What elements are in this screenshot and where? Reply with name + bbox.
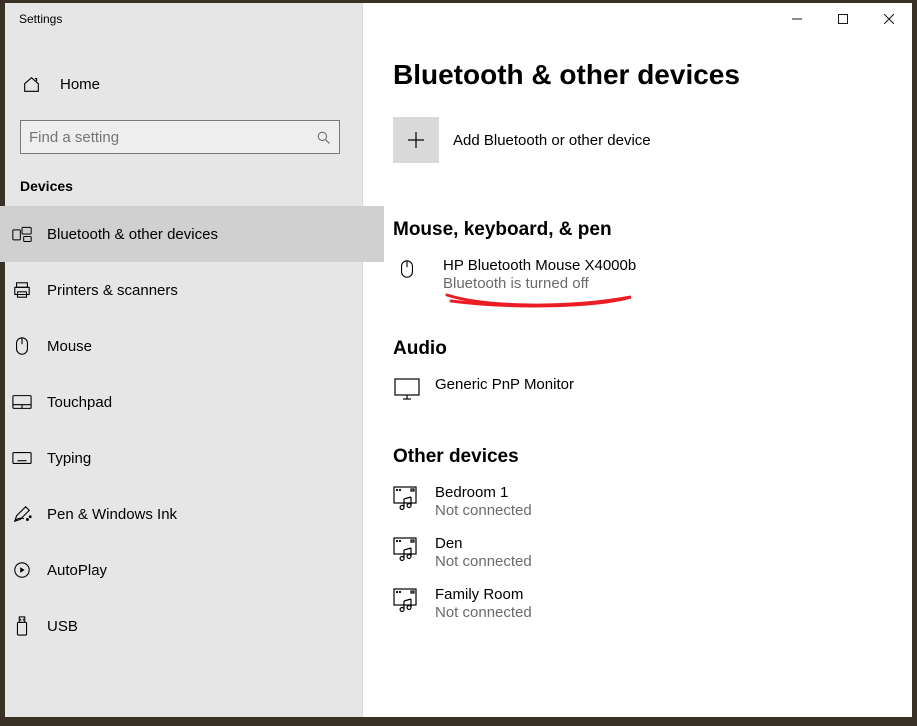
- device-status: Not connected: [435, 604, 532, 621]
- mouse-icon: [393, 257, 421, 279]
- section-title: Mouse, keyboard, & pen: [393, 219, 912, 241]
- device-item[interactable]: Generic PnP Monitor: [393, 376, 912, 400]
- device-item[interactable]: HP Bluetooth Mouse X4000bBluetooth is tu…: [393, 257, 912, 292]
- media-device-icon: [393, 535, 421, 561]
- device-status: Not connected: [435, 553, 532, 570]
- home-link[interactable]: Home: [20, 63, 340, 105]
- nav-item-label: Mouse: [47, 338, 92, 355]
- nav-item-pen-windows-ink[interactable]: Pen & Windows Ink: [0, 486, 384, 542]
- keyboard-icon: [11, 451, 33, 465]
- app-title: Settings: [5, 3, 362, 35]
- add-label: Add Bluetooth or other device: [453, 132, 651, 149]
- section-other-devices: Other devicesBedroom 1Not connectedDenNo…: [393, 446, 912, 621]
- nav-item-label: Touchpad: [47, 394, 112, 411]
- device-status: Not connected: [435, 502, 532, 519]
- printer-icon: [11, 281, 33, 299]
- nav-item-label: Bluetooth & other devices: [47, 226, 218, 243]
- home-label: Home: [60, 76, 100, 93]
- nav-item-label: Pen & Windows Ink: [47, 506, 177, 523]
- nav-item-mouse[interactable]: Mouse: [0, 318, 384, 374]
- device-name: Family Room: [435, 586, 532, 603]
- settings-window: Settings Home Devices Bluetooth & other …: [5, 3, 912, 717]
- category-heading: Devices: [20, 178, 340, 194]
- nav-item-usb[interactable]: USB: [0, 598, 384, 654]
- nav-item-bluetooth-other-devices[interactable]: Bluetooth & other devices: [0, 206, 384, 262]
- search-box[interactable]: [20, 120, 340, 154]
- nav-item-printers-scanners[interactable]: Printers & scanners: [0, 262, 384, 318]
- nav-item-autoplay[interactable]: AutoPlay: [0, 542, 384, 598]
- nav-list: Bluetooth & other devices Printers & scan…: [0, 206, 384, 654]
- nav-item-label: Typing: [47, 450, 91, 467]
- section-audio: Audio Generic PnP Monitor: [393, 338, 912, 400]
- sidebar: Settings Home Devices Bluetooth & other …: [5, 3, 363, 717]
- nav-item-touchpad[interactable]: Touchpad: [0, 374, 384, 430]
- add-button[interactable]: [393, 117, 439, 163]
- bluetooth-devices-icon: [11, 225, 33, 243]
- monitor-icon: [393, 376, 421, 400]
- usb-icon: [11, 616, 33, 636]
- media-device-icon: [393, 586, 421, 612]
- section-title: Audio: [393, 338, 912, 360]
- nav-item-label: AutoPlay: [47, 562, 107, 579]
- nav-item-typing[interactable]: Typing: [0, 430, 384, 486]
- section-mouse-keyboard-pen: Mouse, keyboard, & pen HP Bluetooth Mouse…: [393, 219, 912, 292]
- device-name: HP Bluetooth Mouse X4000b: [443, 257, 636, 274]
- nav-item-label: Printers & scanners: [47, 282, 178, 299]
- device-item[interactable]: DenNot connected: [393, 535, 912, 570]
- home-icon: [20, 76, 42, 93]
- device-name: Den: [435, 535, 532, 552]
- device-name: Generic PnP Monitor: [435, 376, 574, 393]
- content-area: Bluetooth & other devices Add Bluetooth …: [363, 3, 912, 717]
- autoplay-icon: [11, 561, 33, 579]
- maximize-button[interactable]: [820, 3, 866, 35]
- close-button[interactable]: [866, 3, 912, 35]
- section-title: Other devices: [393, 446, 912, 468]
- device-item[interactable]: Family RoomNot connected: [393, 586, 912, 621]
- device-item[interactable]: Bedroom 1Not connected: [393, 484, 912, 519]
- mouse-icon: [11, 336, 33, 356]
- media-device-icon: [393, 484, 421, 510]
- device-status: Bluetooth is turned off: [443, 275, 636, 292]
- search-input[interactable]: [29, 121, 316, 153]
- pen-icon: [11, 504, 33, 524]
- window-controls: [774, 3, 912, 35]
- search-icon: [316, 130, 331, 145]
- minimize-button[interactable]: [774, 3, 820, 35]
- touchpad-icon: [11, 394, 33, 410]
- hand-annotation: [445, 293, 635, 311]
- nav-item-label: USB: [47, 618, 78, 635]
- page-title: Bluetooth & other devices: [393, 59, 912, 91]
- add-device-row[interactable]: Add Bluetooth or other device: [393, 117, 912, 163]
- device-name: Bedroom 1: [435, 484, 532, 501]
